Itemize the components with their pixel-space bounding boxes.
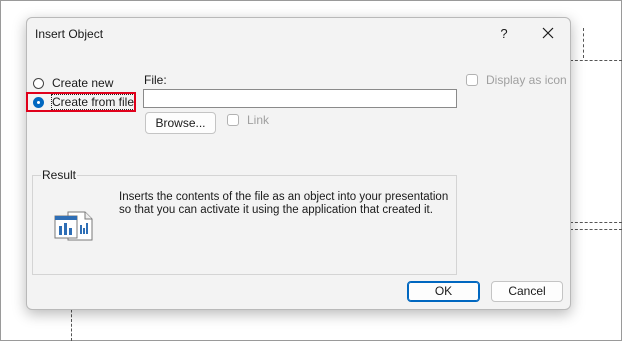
embedded-file-icon	[54, 211, 93, 241]
link-label: Link	[247, 113, 270, 127]
insert-object-dialog: Insert Object ? Create new Create from f…	[26, 17, 571, 310]
placeholder-border	[570, 222, 622, 223]
display-as-icon-checkbox[interactable]: Display as icon	[466, 72, 567, 88]
result-group-title: Result	[41, 168, 78, 182]
close-icon	[542, 27, 554, 39]
placeholder-border	[583, 28, 584, 58]
display-as-icon-checkbox-box[interactable]	[466, 74, 478, 86]
create-new-label: Create new	[52, 76, 114, 90]
file-path-input[interactable]	[143, 89, 457, 108]
placeholder-border	[570, 229, 622, 230]
ok-button[interactable]: OK	[407, 281, 480, 302]
placeholder-border	[570, 60, 622, 61]
radio-button-unchecked[interactable]	[33, 77, 44, 89]
result-description: Inserts the contents of the file as an o…	[119, 191, 449, 216]
dialog-title: Insert Object	[35, 27, 104, 41]
browse-button[interactable]: Browse...	[145, 112, 216, 134]
create-new-radio[interactable]: Create new	[33, 75, 113, 91]
display-as-icon-label: Display as icon	[486, 73, 567, 87]
result-group	[32, 175, 457, 275]
cancel-button[interactable]: Cancel	[491, 281, 563, 302]
annotation-highlight-box	[26, 92, 136, 112]
help-button[interactable]: ?	[493, 22, 515, 46]
link-checkbox-box[interactable]	[227, 114, 239, 126]
close-button[interactable]	[536, 22, 560, 46]
link-checkbox[interactable]: Link	[227, 112, 269, 128]
file-label: File:	[144, 73, 167, 87]
